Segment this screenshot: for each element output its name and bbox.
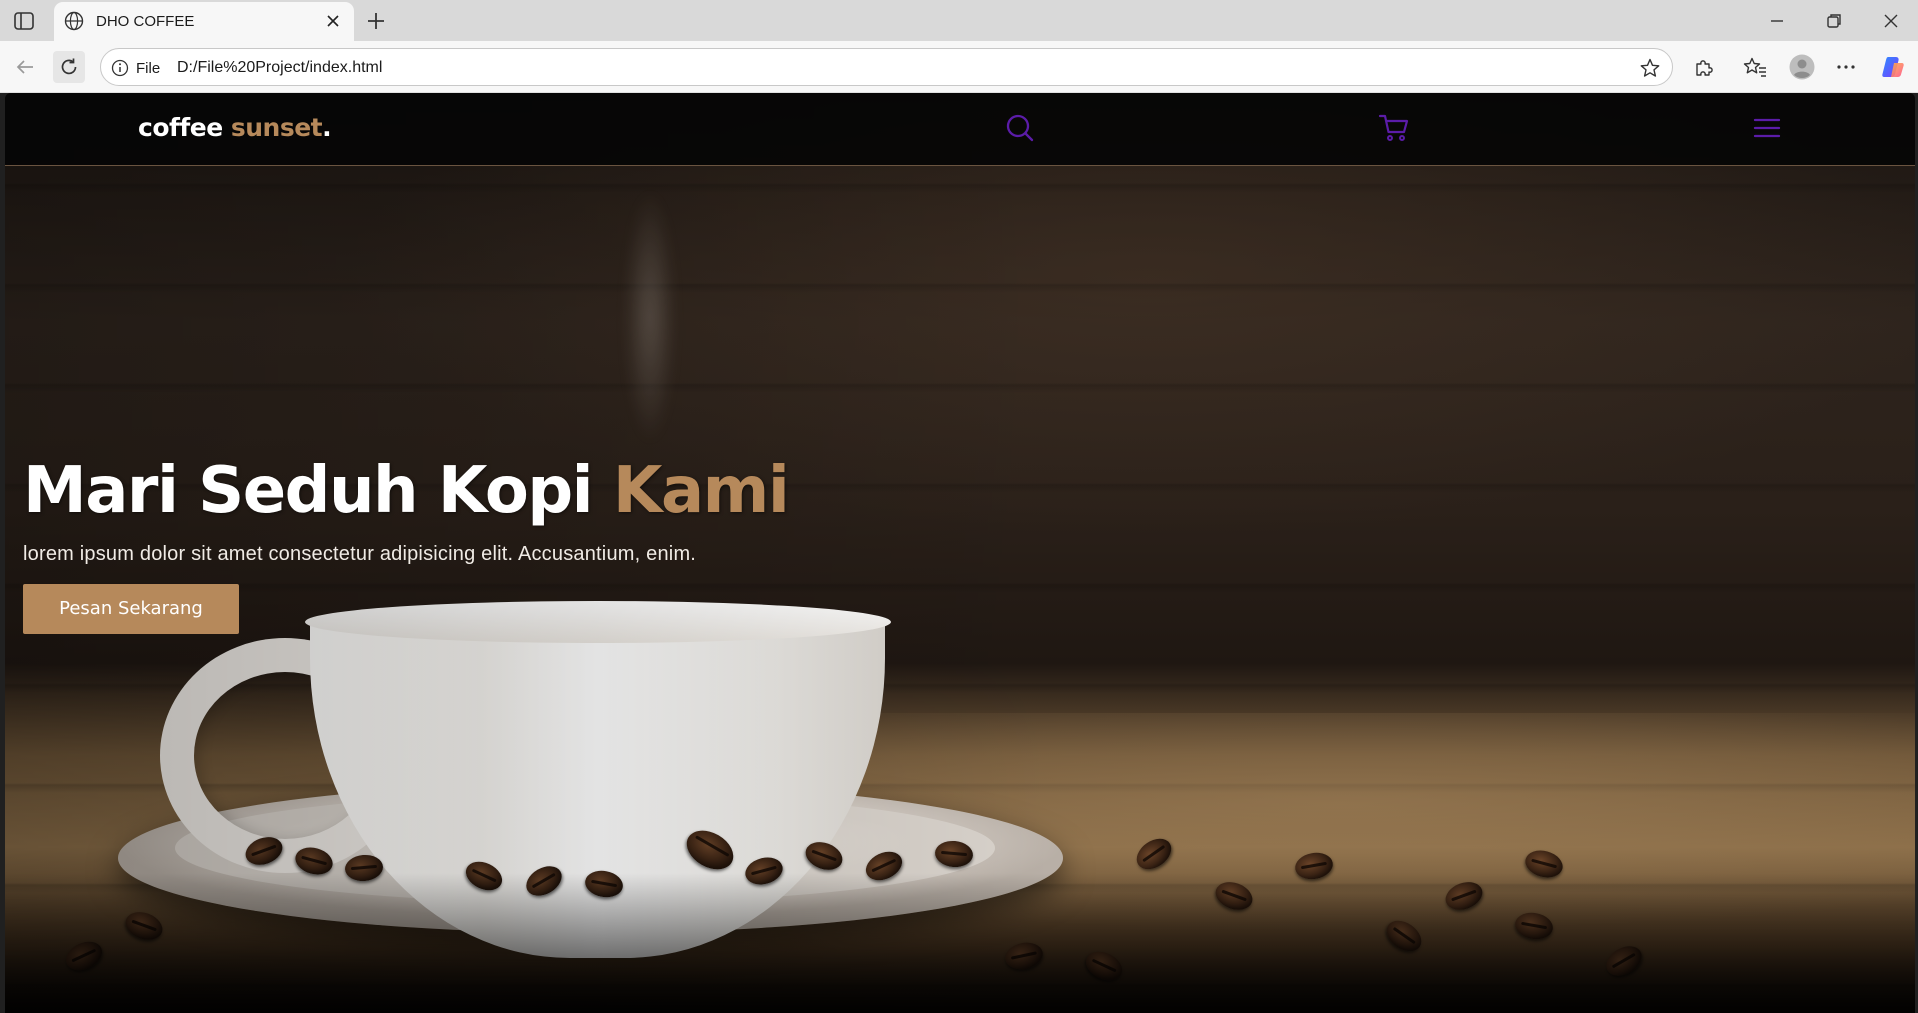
puzzle-icon[interactable]: [1691, 54, 1717, 80]
hero-bottom-fade: [5, 873, 1915, 1013]
hero-section: Mari Seduh Kopi Kami lorem ipsum dolor s…: [23, 453, 923, 634]
back-arrow-icon[interactable]: [9, 51, 41, 83]
copilot-icon[interactable]: [1880, 54, 1906, 80]
plus-icon[interactable]: [364, 9, 388, 33]
logo-text-coffee: coffee: [138, 113, 231, 142]
info-icon[interactable]: [111, 59, 129, 77]
star-icon[interactable]: [1639, 57, 1661, 79]
avatar-icon[interactable]: [1789, 54, 1815, 80]
logo-text-sunset: sunset: [230, 113, 323, 142]
logo-text-dot: .: [322, 113, 332, 142]
refresh-icon[interactable]: [53, 51, 85, 83]
cart-icon[interactable]: [1377, 111, 1411, 145]
menu-icon[interactable]: [1750, 111, 1784, 145]
close-icon[interactable]: [324, 12, 342, 30]
tab-title: DHO COFFEE: [96, 13, 195, 30]
site-navbar: coffee sunset.: [5, 93, 1915, 166]
restore-icon[interactable]: [1821, 8, 1847, 34]
more-icon[interactable]: [1833, 54, 1859, 80]
tab-actions-icon[interactable]: [10, 10, 38, 32]
page-viewport: coffee sunset. Mari Seduh Kopi Kami lore…: [5, 93, 1915, 1013]
globe-icon: [64, 11, 84, 31]
hero-title: Mari Seduh Kopi Kami: [23, 453, 923, 530]
hero-description: lorem ipsum dolor sit amet consectetur a…: [23, 542, 697, 565]
order-now-button[interactable]: Pesan Sekarang: [23, 583, 239, 634]
tab-strip: DHO COFFEE: [0, 0, 1918, 41]
minimize-icon[interactable]: [1764, 8, 1790, 34]
hero-title-main: Mari Seduh Kopi: [23, 454, 613, 528]
search-icon[interactable]: [1003, 111, 1037, 145]
address-bar-row: File D:/File%20Project/index.html: [0, 41, 1918, 93]
url-text[interactable]: D:/File%20Project/index.html: [177, 59, 382, 77]
address-input[interactable]: File D:/File%20Project/index.html: [100, 48, 1673, 86]
active-tab[interactable]: DHO COFFEE: [54, 2, 354, 41]
close-window-icon[interactable]: [1878, 8, 1904, 34]
hero-title-accent: Kami: [612, 454, 790, 528]
favorites-icon[interactable]: [1742, 54, 1768, 80]
site-logo[interactable]: coffee sunset.: [138, 113, 332, 142]
scheme-label: File: [136, 60, 161, 77]
